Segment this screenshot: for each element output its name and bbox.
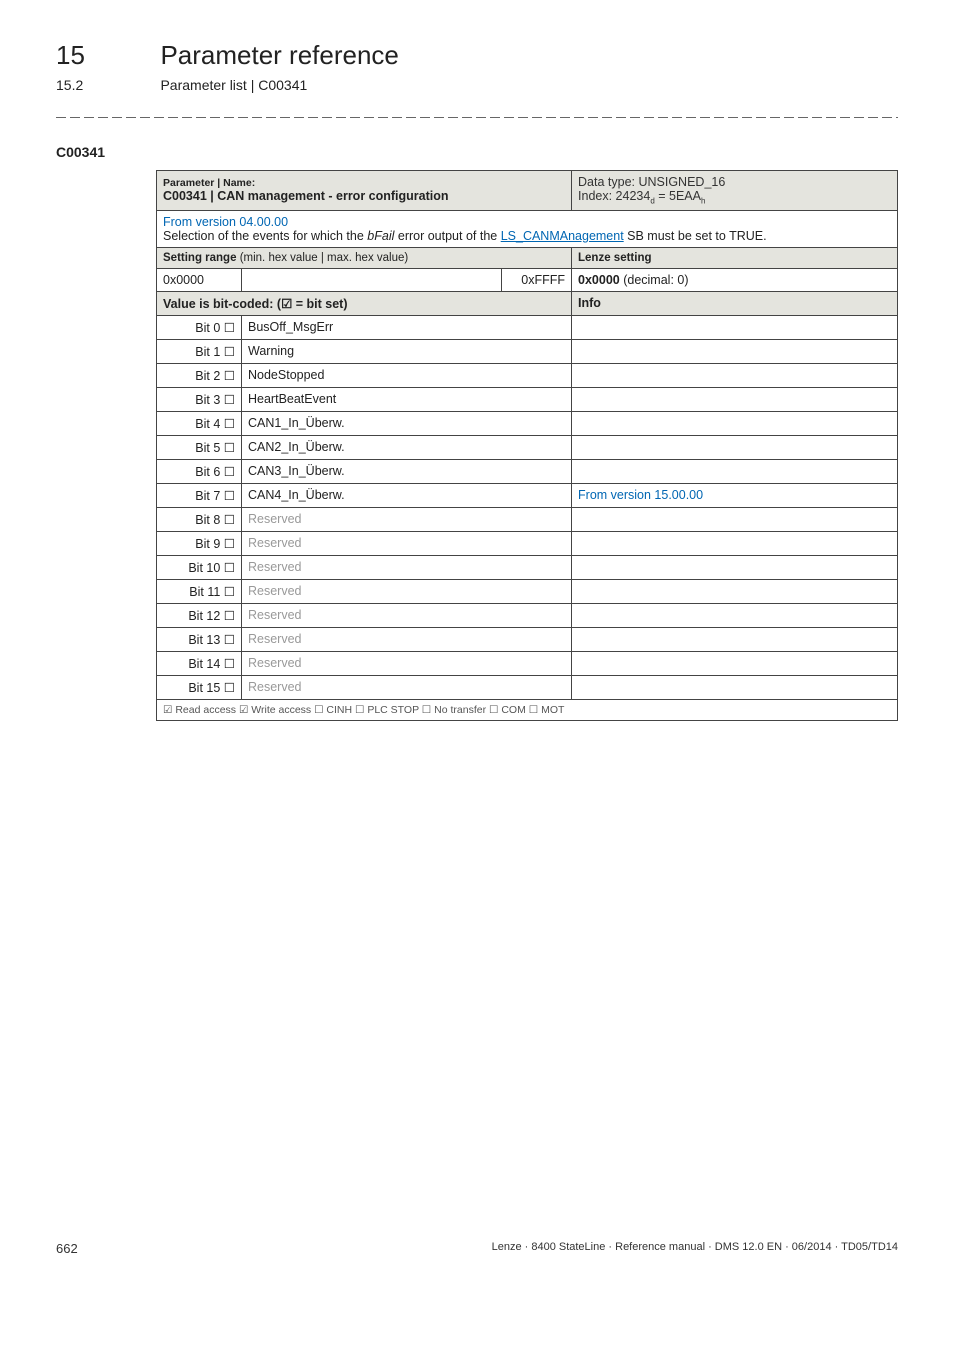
bit-label: Warning	[242, 339, 572, 363]
param-name-header: Parameter | Name: C00341 | CAN managemen…	[157, 171, 572, 211]
subsection-number: 15.2	[56, 77, 156, 93]
separator-line	[56, 117, 898, 118]
chapter-title: Parameter reference	[160, 40, 398, 71]
bit-info	[572, 603, 898, 627]
bit-label: Reserved	[242, 627, 572, 651]
default-bold: 0x0000	[578, 273, 620, 287]
bit-info	[572, 387, 898, 411]
range-min: 0x0000	[157, 268, 242, 291]
info-header: Info	[572, 291, 898, 315]
bit-info	[572, 555, 898, 579]
data-type-line2: Index: 24234d = 5EAAh	[578, 189, 705, 203]
index-prefix: Index: 24234	[578, 189, 650, 203]
bit-label: HeartBeatEvent	[242, 387, 572, 411]
index-sub-h: h	[701, 197, 705, 206]
desc-mid: error output of the	[394, 229, 500, 243]
page-number: 662	[56, 1241, 78, 1256]
chapter-header: 15 Parameter reference	[56, 40, 898, 71]
range-spacer	[242, 268, 502, 291]
index-mid: = 5EAA	[655, 189, 701, 203]
footer-doc-string: Lenze · 8400 StateLine · Reference manua…	[492, 1241, 898, 1253]
from-version-link[interactable]: From version 04.00.00	[163, 215, 288, 229]
bit-info	[572, 531, 898, 555]
bit-info-link[interactable]: From version 15.00.00	[578, 488, 703, 502]
bit-label: BusOff_MsgErr	[242, 315, 572, 339]
bit-label: CAN1_In_Überw.	[242, 411, 572, 435]
bit-label: CAN2_In_Überw.	[242, 435, 572, 459]
description-cell: From version 04.00.00 Selection of the e…	[157, 210, 898, 247]
bit-label: Reserved	[242, 651, 572, 675]
desc-link[interactable]: LS_CANMAnagement	[501, 229, 624, 243]
bit-info	[572, 435, 898, 459]
bit-info	[572, 459, 898, 483]
bit-number: Bit 0 ☐	[157, 315, 242, 339]
parameter-anchor: C00341	[56, 144, 898, 160]
bit-info	[572, 363, 898, 387]
bit-info	[572, 411, 898, 435]
bit-label: Reserved	[242, 579, 572, 603]
subsection-title: Parameter list | C00341	[160, 77, 307, 93]
bit-number: Bit 3 ☐	[157, 387, 242, 411]
default-value-cell: 0x0000 (decimal: 0)	[572, 268, 898, 291]
bit-number: Bit 9 ☐	[157, 531, 242, 555]
bit-number: Bit 6 ☐	[157, 459, 242, 483]
bit-label: NodeStopped	[242, 363, 572, 387]
desc-pre: Selection of the events for which the	[163, 229, 367, 243]
page-footer: 662 Lenze · 8400 StateLine · Reference m…	[56, 1241, 898, 1256]
setting-range-bold: Setting range	[163, 252, 240, 264]
bit-label: Reserved	[242, 675, 572, 699]
desc-post: SB must be set to TRUE.	[624, 229, 767, 243]
bit-info	[572, 675, 898, 699]
bit-number: Bit 5 ☐	[157, 435, 242, 459]
lenze-setting-label: Lenze setting	[578, 252, 651, 264]
setting-range-header: Setting range (min. hex value | max. hex…	[157, 247, 572, 268]
bit-number: Bit 7 ☐	[157, 483, 242, 507]
param-name-label: Parameter | Name:	[163, 177, 255, 189]
desc-ital: bFail	[367, 229, 394, 243]
bit-number: Bit 15 ☐	[157, 675, 242, 699]
bit-number: Bit 1 ☐	[157, 339, 242, 363]
bit-label: Reserved	[242, 507, 572, 531]
bit-info	[572, 339, 898, 363]
bit-info: From version 15.00.00	[572, 483, 898, 507]
bit-number: Bit 8 ☐	[157, 507, 242, 531]
bit-number: Bit 4 ☐	[157, 411, 242, 435]
bit-info	[572, 579, 898, 603]
bit-info	[572, 315, 898, 339]
default-rest: (decimal: 0)	[620, 273, 689, 287]
data-type-cell: Data type: UNSIGNED_16 Index: 24234d = 5…	[572, 171, 898, 211]
bit-info	[572, 651, 898, 675]
bit-info	[572, 507, 898, 531]
bit-label: Reserved	[242, 531, 572, 555]
parameter-table: Parameter | Name: C00341 | CAN managemen…	[156, 170, 898, 721]
chapter-number: 15	[56, 40, 156, 71]
bit-number: Bit 2 ☐	[157, 363, 242, 387]
access-footer: ☑ Read access ☑ Write access ☐ CINH ☐ PL…	[157, 699, 898, 720]
bit-number: Bit 11 ☐	[157, 579, 242, 603]
param-name-value: C00341 | CAN management - error configur…	[163, 189, 449, 203]
range-max: 0xFFFF	[502, 268, 572, 291]
bit-label: Reserved	[242, 555, 572, 579]
bit-label: CAN4_In_Überw.	[242, 483, 572, 507]
subsection-header: 15.2 Parameter list | C00341	[56, 77, 898, 95]
bit-number: Bit 14 ☐	[157, 651, 242, 675]
bit-number: Bit 13 ☐	[157, 627, 242, 651]
bit-label: Reserved	[242, 603, 572, 627]
bit-number: Bit 12 ☐	[157, 603, 242, 627]
data-type-line1: Data type: UNSIGNED_16	[578, 175, 725, 189]
bit-info	[572, 627, 898, 651]
bitcoded-header: Value is bit-coded: (☑ = bit set)	[157, 291, 572, 315]
setting-range-rest: (min. hex value | max. hex value)	[240, 252, 409, 264]
bit-number: Bit 10 ☐	[157, 555, 242, 579]
bit-label: CAN3_In_Überw.	[242, 459, 572, 483]
lenze-setting-header: Lenze setting	[572, 247, 898, 268]
